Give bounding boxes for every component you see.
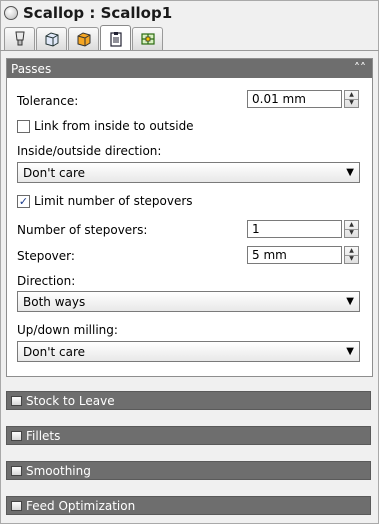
expand-icon — [11, 430, 22, 441]
orange-cube-icon — [77, 32, 90, 47]
link-inside-outside-row[interactable]: Link from inside to outside — [17, 119, 194, 133]
passes-panel: Passes ˄˄ Tolerance: 0.01 mm ▲ ▼ Link fr… — [6, 58, 373, 377]
stepover-label: Stepover: — [17, 249, 75, 263]
section-smoothing[interactable]: Smoothing — [6, 461, 371, 480]
window-title-bar: Scallop : Scallop1 — [4, 3, 172, 23]
tolerance-spinner[interactable]: ▲ ▼ — [344, 90, 359, 108]
section-fillets[interactable]: Fillets — [6, 426, 371, 445]
expand-icon — [11, 500, 22, 511]
expand-icon — [11, 465, 22, 476]
tool-icon — [14, 31, 25, 46]
spin-up-icon[interactable]: ▲ — [345, 247, 358, 255]
tolerance-input[interactable]: 0.01 mm — [247, 90, 342, 108]
updown-milling-select[interactable]: Don't care ▼ — [17, 341, 360, 362]
direction-label: Direction: — [17, 274, 76, 288]
link-inside-outside-label: Link from inside to outside — [34, 119, 194, 133]
stepover-spinner[interactable]: ▲ ▼ — [344, 246, 359, 264]
section-feed-optimization[interactable]: Feed Optimization — [6, 496, 371, 515]
tab-passes[interactable] — [100, 25, 131, 51]
tolerance-label: Tolerance: — [17, 94, 79, 108]
number-of-stepovers-label: Number of stepovers: — [17, 223, 148, 237]
section-label: Stock to Leave — [26, 393, 115, 408]
limit-stepovers-checkbox[interactable]: ✓ — [17, 194, 30, 208]
chevron-down-icon: ▼ — [346, 167, 354, 178]
window-title: Scallop : Scallop1 — [23, 4, 173, 22]
tab-divider — [0, 50, 379, 51]
updown-milling-label: Up/down milling: — [17, 323, 118, 337]
spin-down-icon[interactable]: ▼ — [345, 254, 358, 264]
spin-down-icon[interactable]: ▼ — [345, 98, 358, 108]
collapse-up-icon[interactable]: ˄˄ — [354, 61, 366, 75]
number-of-stepovers-spinner[interactable]: ▲ ▼ — [344, 220, 359, 238]
spin-up-icon[interactable]: ▲ — [345, 91, 358, 99]
tab-tool[interactable] — [4, 27, 35, 50]
green-grid-icon — [140, 33, 155, 45]
clipboard-icon — [109, 31, 122, 47]
passes-header[interactable]: Passes ˄˄ — [7, 59, 372, 78]
limit-stepovers-label: Limit number of stepovers — [34, 194, 193, 208]
chevron-down-icon: ▼ — [346, 296, 354, 307]
passes-header-label: Passes — [11, 61, 52, 76]
inside-outside-direction-label: Inside/outside direction: — [17, 144, 162, 158]
section-label: Fillets — [26, 428, 61, 443]
section-label: Smoothing — [26, 463, 91, 478]
cube-icon — [45, 32, 58, 47]
tab-bar — [4, 25, 164, 51]
tab-geometry[interactable] — [36, 27, 67, 50]
tab-linking[interactable] — [132, 27, 163, 50]
tab-heights[interactable] — [68, 27, 99, 50]
link-inside-outside-checkbox[interactable] — [17, 119, 30, 133]
inside-outside-direction-select[interactable]: Don't care ▼ — [17, 162, 360, 183]
section-stock-to-leave[interactable]: Stock to Leave — [6, 391, 371, 410]
limit-stepovers-row[interactable]: ✓ Limit number of stepovers — [17, 194, 193, 208]
direction-select[interactable]: Both ways ▼ — [17, 291, 360, 312]
updown-milling-value: Don't care — [23, 344, 86, 359]
section-label: Feed Optimization — [26, 498, 136, 513]
stepover-input[interactable]: 5 mm — [247, 246, 342, 264]
number-of-stepovers-input[interactable]: 1 — [247, 220, 342, 238]
spin-down-icon[interactable]: ▼ — [345, 228, 358, 238]
expand-icon — [11, 395, 22, 406]
chevron-down-icon: ▼ — [346, 346, 354, 357]
scallop-icon — [4, 6, 18, 20]
inside-outside-direction-value: Don't care — [23, 165, 86, 180]
direction-value: Both ways — [23, 294, 86, 309]
spin-up-icon[interactable]: ▲ — [345, 221, 358, 229]
